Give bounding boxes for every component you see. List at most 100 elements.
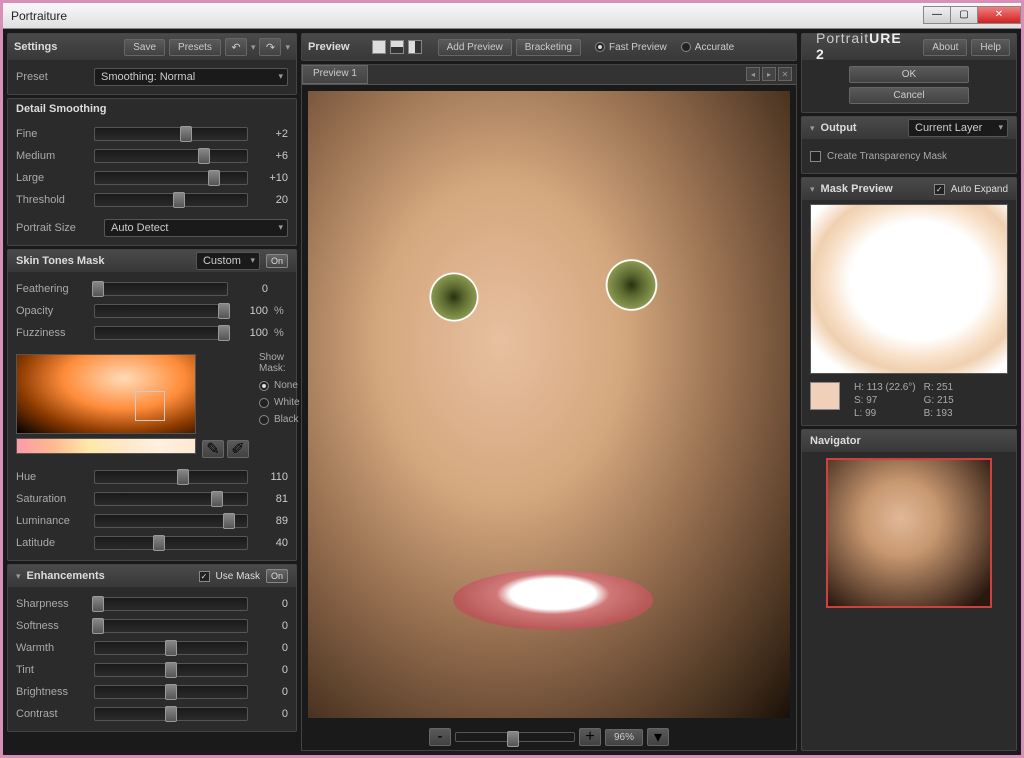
undo-menu-icon[interactable]: ▾	[251, 42, 256, 53]
minimize-button[interactable]: —	[923, 6, 951, 24]
slider-saturation[interactable]	[94, 492, 248, 506]
slider-value: 20	[254, 194, 288, 206]
slider-value: +2	[254, 128, 288, 140]
slider-softness[interactable]	[94, 619, 248, 633]
slider-row: Opacity100%	[16, 300, 288, 322]
slider-label: Large	[16, 172, 88, 184]
redo-menu-icon[interactable]: ▾	[285, 42, 290, 53]
enhancements-title: Enhancements	[27, 570, 105, 582]
tab-next-icon[interactable]: ▸	[762, 67, 776, 81]
zoom-out-button[interactable]: -	[429, 728, 451, 746]
slider-brightness[interactable]	[94, 685, 248, 699]
mask-white-radio[interactable]	[259, 398, 269, 408]
slider-value: 0	[254, 642, 288, 654]
bracketing-button[interactable]: Bracketing	[516, 39, 581, 56]
zoom-slider[interactable]	[455, 732, 575, 742]
close-button[interactable]: ✕	[977, 6, 1021, 24]
slider-value: 89	[254, 515, 288, 527]
preset-label: Preset	[16, 71, 88, 83]
navigator-title: Navigator	[810, 435, 861, 447]
mask-black-radio[interactable]	[259, 415, 269, 425]
slider-luminance[interactable]	[94, 514, 248, 528]
slider-row: Fuzziness100%	[16, 322, 288, 344]
slider-tint[interactable]	[94, 663, 248, 677]
ok-button[interactable]: OK	[849, 66, 969, 83]
accurate-radio[interactable]	[681, 42, 691, 52]
slider-feathering[interactable]	[94, 282, 228, 296]
slider-label: Threshold	[16, 194, 88, 206]
navigator-thumbnail[interactable]	[826, 458, 992, 608]
slider-value: 81	[254, 493, 288, 505]
presets-button[interactable]: Presets	[169, 39, 221, 56]
zoom-menu-icon[interactable]: ▾	[647, 728, 669, 746]
eyedropper-icon[interactable]: ✎	[202, 440, 224, 458]
slider-label: Hue	[16, 471, 88, 483]
preview-header: Preview Add Preview Bracketing Fast Prev…	[302, 34, 796, 60]
slider-contrast[interactable]	[94, 707, 248, 721]
slider-opacity[interactable]	[94, 304, 228, 318]
portrait-size-select[interactable]: Auto Detect	[104, 219, 288, 237]
enh-on-toggle[interactable]: On	[266, 569, 288, 583]
view-single-icon[interactable]	[372, 40, 386, 54]
output-title: Output	[821, 122, 857, 134]
mask-none-radio[interactable]	[259, 381, 269, 391]
use-mask-checkbox[interactable]: ✓	[199, 571, 210, 582]
view-split-h-icon[interactable]	[390, 40, 404, 54]
slider-label: Feathering	[16, 283, 88, 295]
auto-expand-checkbox[interactable]: ✓	[934, 184, 945, 195]
slider-value: 0	[254, 598, 288, 610]
view-split-v-icon[interactable]	[408, 40, 422, 54]
redo-icon[interactable]: ↷	[259, 38, 281, 56]
output-select[interactable]: Current Layer	[908, 119, 1008, 137]
zoom-value[interactable]: 96%	[605, 729, 643, 746]
mask-on-toggle[interactable]: On	[266, 254, 288, 268]
tab-prev-icon[interactable]: ◂	[746, 67, 760, 81]
preview-canvas[interactable]	[308, 91, 790, 718]
slider-label: Warmth	[16, 642, 88, 654]
slider-threshold[interactable]	[94, 193, 248, 207]
preset-select[interactable]: Smoothing: Normal	[94, 68, 288, 86]
color-field[interactable]	[16, 354, 196, 434]
slider-row: Feathering0	[16, 278, 288, 300]
titlebar[interactable]: Portraiture — ▢ ✕	[3, 3, 1021, 29]
slider-sharpness[interactable]	[94, 597, 248, 611]
mask-custom-select[interactable]: Custom	[196, 252, 260, 270]
slider-fuzziness[interactable]	[94, 326, 228, 340]
eyedropper-minus-icon[interactable]: ✐	[227, 440, 249, 458]
slider-label: Fuzziness	[16, 327, 88, 339]
slider-label: Softness	[16, 620, 88, 632]
slider-fine[interactable]	[94, 127, 248, 141]
mask-preview-title: Mask Preview	[821, 183, 893, 195]
add-preview-button[interactable]: Add Preview	[438, 39, 512, 56]
output-collapse-icon[interactable]: ▾	[810, 123, 815, 134]
zoom-in-button[interactable]: +	[579, 728, 601, 746]
slider-row: Tint0	[16, 659, 288, 681]
tab-close-icon[interactable]: ✕	[778, 67, 792, 81]
slider-latitude[interactable]	[94, 536, 248, 550]
slider-value: 110	[254, 471, 288, 483]
transparency-mask-checkbox[interactable]	[810, 151, 821, 162]
settings-header: Settings Save Presets ↶ ▾ ↷ ▾	[8, 34, 296, 60]
undo-icon[interactable]: ↶	[225, 38, 247, 56]
show-mask-label: Show Mask:	[259, 352, 300, 374]
cancel-button[interactable]: Cancel	[849, 87, 969, 104]
maximize-button[interactable]: ▢	[950, 6, 978, 24]
slider-large[interactable]	[94, 171, 248, 185]
fast-preview-radio[interactable]	[595, 42, 605, 52]
skin-tones-title: Skin Tones Mask	[16, 255, 104, 267]
window-title: Portraiture	[11, 9, 924, 23]
preview-tab-1[interactable]: Preview 1	[302, 65, 368, 84]
maskprev-collapse-icon[interactable]: ▾	[810, 184, 815, 195]
slider-warmth[interactable]	[94, 641, 248, 655]
help-button[interactable]: Help	[971, 39, 1010, 56]
slider-label: Opacity	[16, 305, 88, 317]
slider-label: Luminance	[16, 515, 88, 527]
slider-label: Fine	[16, 128, 88, 140]
hue-strip[interactable]	[16, 438, 196, 454]
save-button[interactable]: Save	[124, 39, 165, 56]
about-button[interactable]: About	[923, 39, 967, 56]
slider-value: 0	[254, 620, 288, 632]
slider-hue[interactable]	[94, 470, 248, 484]
slider-medium[interactable]	[94, 149, 248, 163]
enhancements-collapse-icon[interactable]: ▾	[16, 571, 21, 582]
